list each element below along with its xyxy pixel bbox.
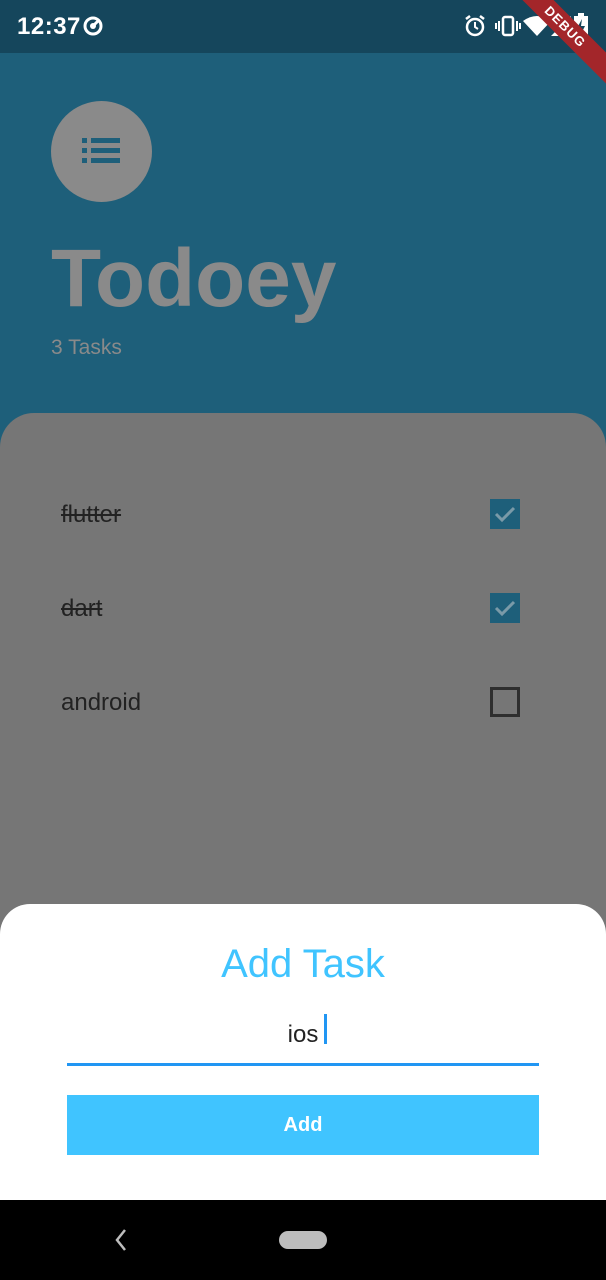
chevron-left-icon[interactable] bbox=[108, 1224, 132, 1261]
task-checkbox[interactable] bbox=[490, 499, 520, 529]
task-name-input[interactable] bbox=[67, 1006, 539, 1066]
at-sign-icon bbox=[83, 16, 103, 41]
check-icon bbox=[494, 600, 516, 617]
check-icon bbox=[494, 506, 516, 523]
text-cursor bbox=[324, 1014, 327, 1044]
task-checkbox[interactable] bbox=[490, 593, 520, 623]
add-button[interactable]: Add bbox=[67, 1095, 539, 1155]
app-screen: 12:37 DEBUG Todoey 3 Tasks flutter dart … bbox=[0, 0, 606, 1280]
task-label: android bbox=[61, 689, 142, 716]
app-title: Todoey bbox=[51, 233, 337, 324]
task-row[interactable]: dart bbox=[61, 589, 521, 629]
task-count: 3 Tasks bbox=[51, 336, 122, 359]
task-row[interactable]: android bbox=[61, 683, 521, 723]
task-row[interactable]: flutter bbox=[61, 495, 521, 535]
home-pill-icon[interactable] bbox=[279, 1231, 327, 1249]
add-task-sheet: Add Task Add bbox=[0, 904, 606, 1200]
task-label: flutter bbox=[61, 501, 122, 528]
status-time: 12:37 bbox=[17, 13, 81, 40]
menu-avatar[interactable] bbox=[51, 101, 152, 202]
list-icon bbox=[82, 138, 120, 163]
task-checkbox[interactable] bbox=[490, 687, 520, 717]
sheet-title: Add Task bbox=[221, 942, 385, 986]
navigation-bar bbox=[0, 1200, 606, 1280]
task-label: dart bbox=[61, 595, 103, 622]
vibrate-icon bbox=[495, 14, 521, 43]
alarm-icon bbox=[464, 14, 486, 43]
status-bar: 12:37 bbox=[0, 0, 606, 53]
